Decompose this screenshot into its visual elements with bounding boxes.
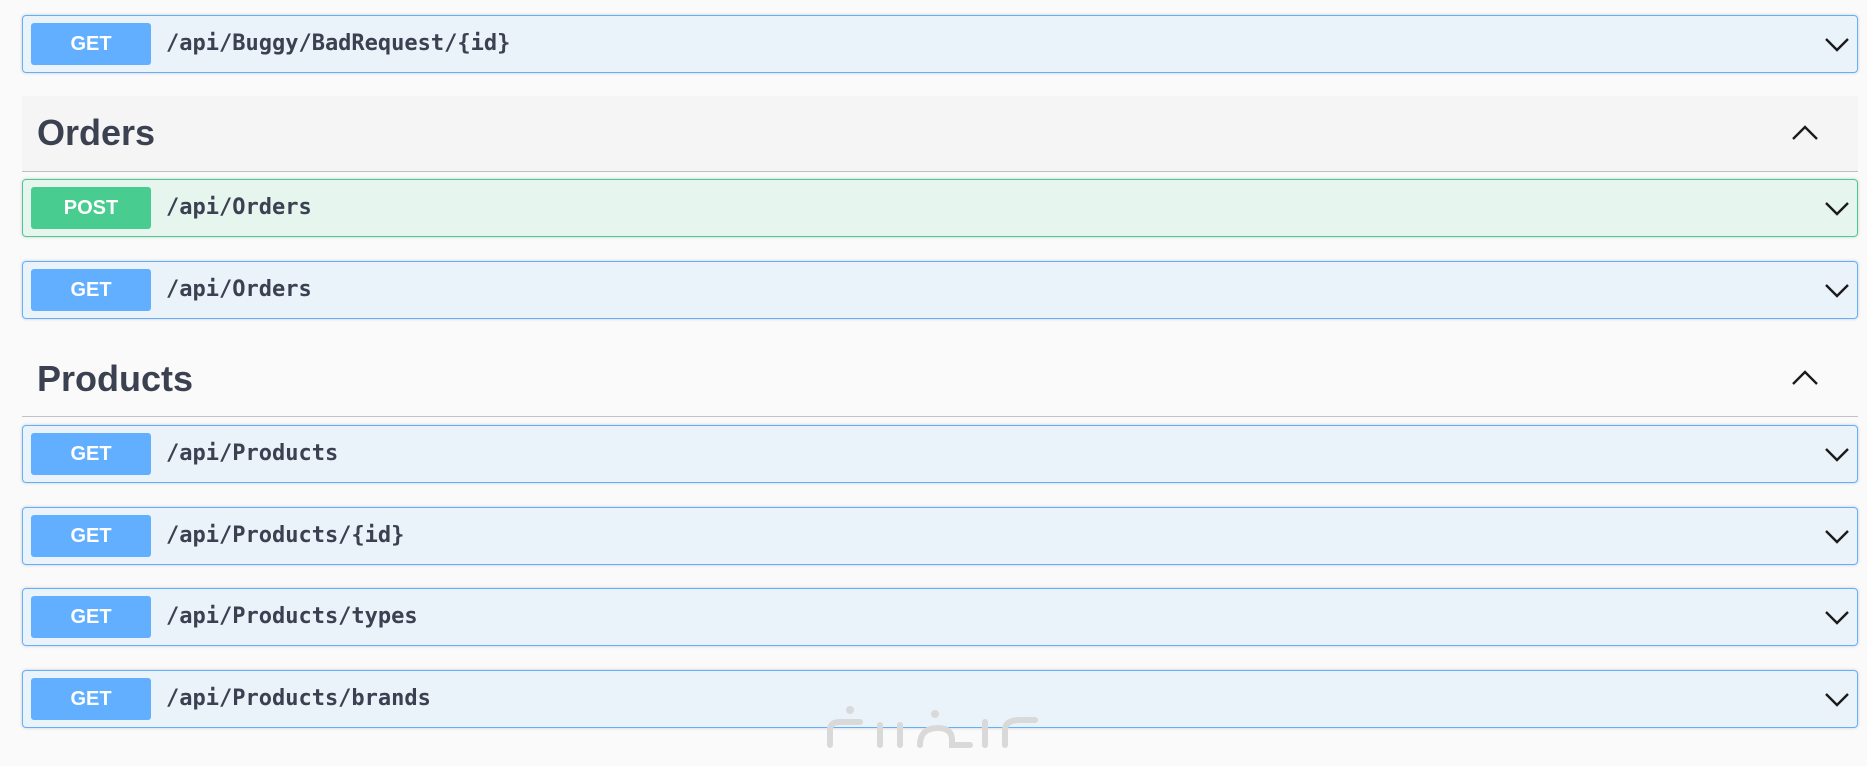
chevron-down-icon[interactable] — [1823, 524, 1851, 548]
operation-path: /api/Orders — [166, 195, 312, 220]
method-badge: GET — [31, 678, 151, 720]
operation-path: /api/Buggy/BadRequest/{id} — [166, 31, 511, 56]
operation-get-orders[interactable]: GET /api/Orders — [22, 261, 1858, 319]
chevron-down-icon[interactable] — [1823, 605, 1851, 629]
operation-get-products-types[interactable]: GET /api/Products/types — [22, 588, 1858, 646]
operation-get-products[interactable]: GET /api/Products — [22, 425, 1858, 483]
method-badge: POST — [31, 187, 151, 229]
section-header-products[interactable]: Products — [22, 340, 1858, 417]
chevron-up-icon[interactable] — [1790, 122, 1820, 144]
operation-path: /api/Products/brands — [166, 686, 431, 711]
chevron-down-icon[interactable] — [1823, 32, 1851, 56]
method-badge: GET — [31, 515, 151, 557]
section-title: Orders — [37, 112, 156, 153]
operation-get-products-id[interactable]: GET /api/Products/{id} — [22, 507, 1858, 565]
chevron-down-icon[interactable] — [1823, 442, 1851, 466]
chevron-down-icon[interactable] — [1823, 687, 1851, 711]
chevron-down-icon[interactable] — [1823, 278, 1851, 302]
operation-path: /api/Orders — [166, 277, 312, 302]
method-badge: GET — [31, 433, 151, 475]
operation-path: /api/Products/types — [166, 604, 418, 629]
chevron-down-icon[interactable] — [1823, 196, 1851, 220]
operation-path: /api/Products — [166, 441, 339, 466]
watermark-logo — [827, 706, 1038, 748]
operation-post-orders[interactable]: POST /api/Orders — [22, 179, 1858, 237]
chevron-up-icon[interactable] — [1790, 367, 1820, 389]
operation-path: /api/Products/{id} — [166, 523, 405, 548]
swagger-page: GET /api/Buggy/BadRequest/{id} Orders PO… — [0, 0, 1867, 766]
section-header-orders[interactable]: Orders — [22, 96, 1858, 172]
method-badge: GET — [31, 596, 151, 638]
method-badge: GET — [31, 23, 151, 65]
operation-get-buggy-badrequest[interactable]: GET /api/Buggy/BadRequest/{id} — [22, 15, 1858, 73]
section-title: Products — [37, 358, 194, 399]
method-badge: GET — [31, 269, 151, 311]
